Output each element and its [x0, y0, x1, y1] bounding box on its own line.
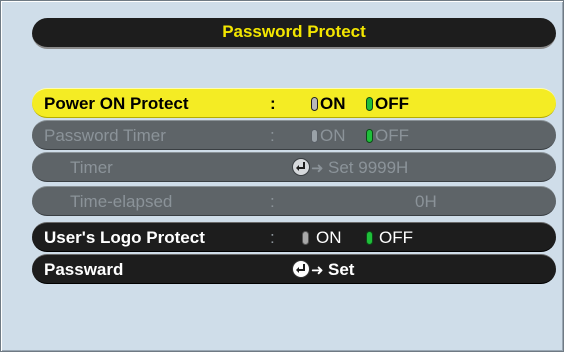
title-bar: Password Protect	[32, 18, 556, 49]
enter-icon[interactable]	[292, 260, 310, 278]
radio-pill-icon[interactable]	[311, 97, 318, 111]
option-off[interactable]: OFF	[375, 126, 409, 146]
option-off[interactable]: OFF	[379, 228, 413, 248]
row-colon: :	[270, 94, 276, 113]
row-label: Timer	[70, 158, 113, 177]
page-title: Password Protect	[222, 22, 366, 41]
menu-row-users-logo-protect[interactable]: User's Logo Protect : ON OFF	[32, 222, 556, 252]
option-off[interactable]: OFF	[375, 94, 409, 114]
timer-value: Set 9999H	[328, 158, 409, 177]
menu-row-time-elapsed: Time-elapsed : 0H	[32, 186, 556, 216]
radio-pill-icon[interactable]	[302, 231, 309, 245]
right-arrow-icon: ➜	[311, 262, 324, 279]
option-on[interactable]: ON	[316, 228, 342, 248]
menu-row-password-timer[interactable]: Password Timer : ON OFF	[32, 120, 556, 150]
enter-icon[interactable]	[292, 158, 310, 176]
row-colon: :	[270, 126, 275, 145]
menu-row-password[interactable]: Passward ➜ Set	[32, 254, 556, 284]
option-on[interactable]: ON	[320, 94, 346, 114]
right-arrow-icon: ➜	[311, 160, 324, 177]
menu-row-timer[interactable]: Timer ➜ Set 9999H	[32, 152, 556, 182]
row-label: Password Timer	[44, 126, 166, 145]
radio-pill-icon[interactable]	[366, 97, 373, 111]
option-on[interactable]: ON	[320, 126, 346, 146]
radio-pill-icon[interactable]	[311, 129, 318, 143]
radio-pill-icon[interactable]	[366, 231, 373, 245]
row-label: Power ON Protect	[44, 94, 189, 113]
time-elapsed-value: 0H	[415, 192, 437, 211]
row-label: User's Logo Protect	[44, 228, 205, 247]
row-label: Passward	[44, 260, 124, 279]
row-colon: :	[270, 192, 275, 211]
row-label: Time-elapsed	[70, 192, 173, 211]
osd-screen: Password Protect Power ON Protect : ON O…	[0, 0, 564, 352]
radio-pill-icon[interactable]	[366, 129, 373, 143]
row-colon: :	[270, 228, 275, 247]
password-set-value: Set	[328, 260, 355, 279]
menu-row-power-on-protect[interactable]: Power ON Protect : ON OFF	[32, 88, 556, 118]
